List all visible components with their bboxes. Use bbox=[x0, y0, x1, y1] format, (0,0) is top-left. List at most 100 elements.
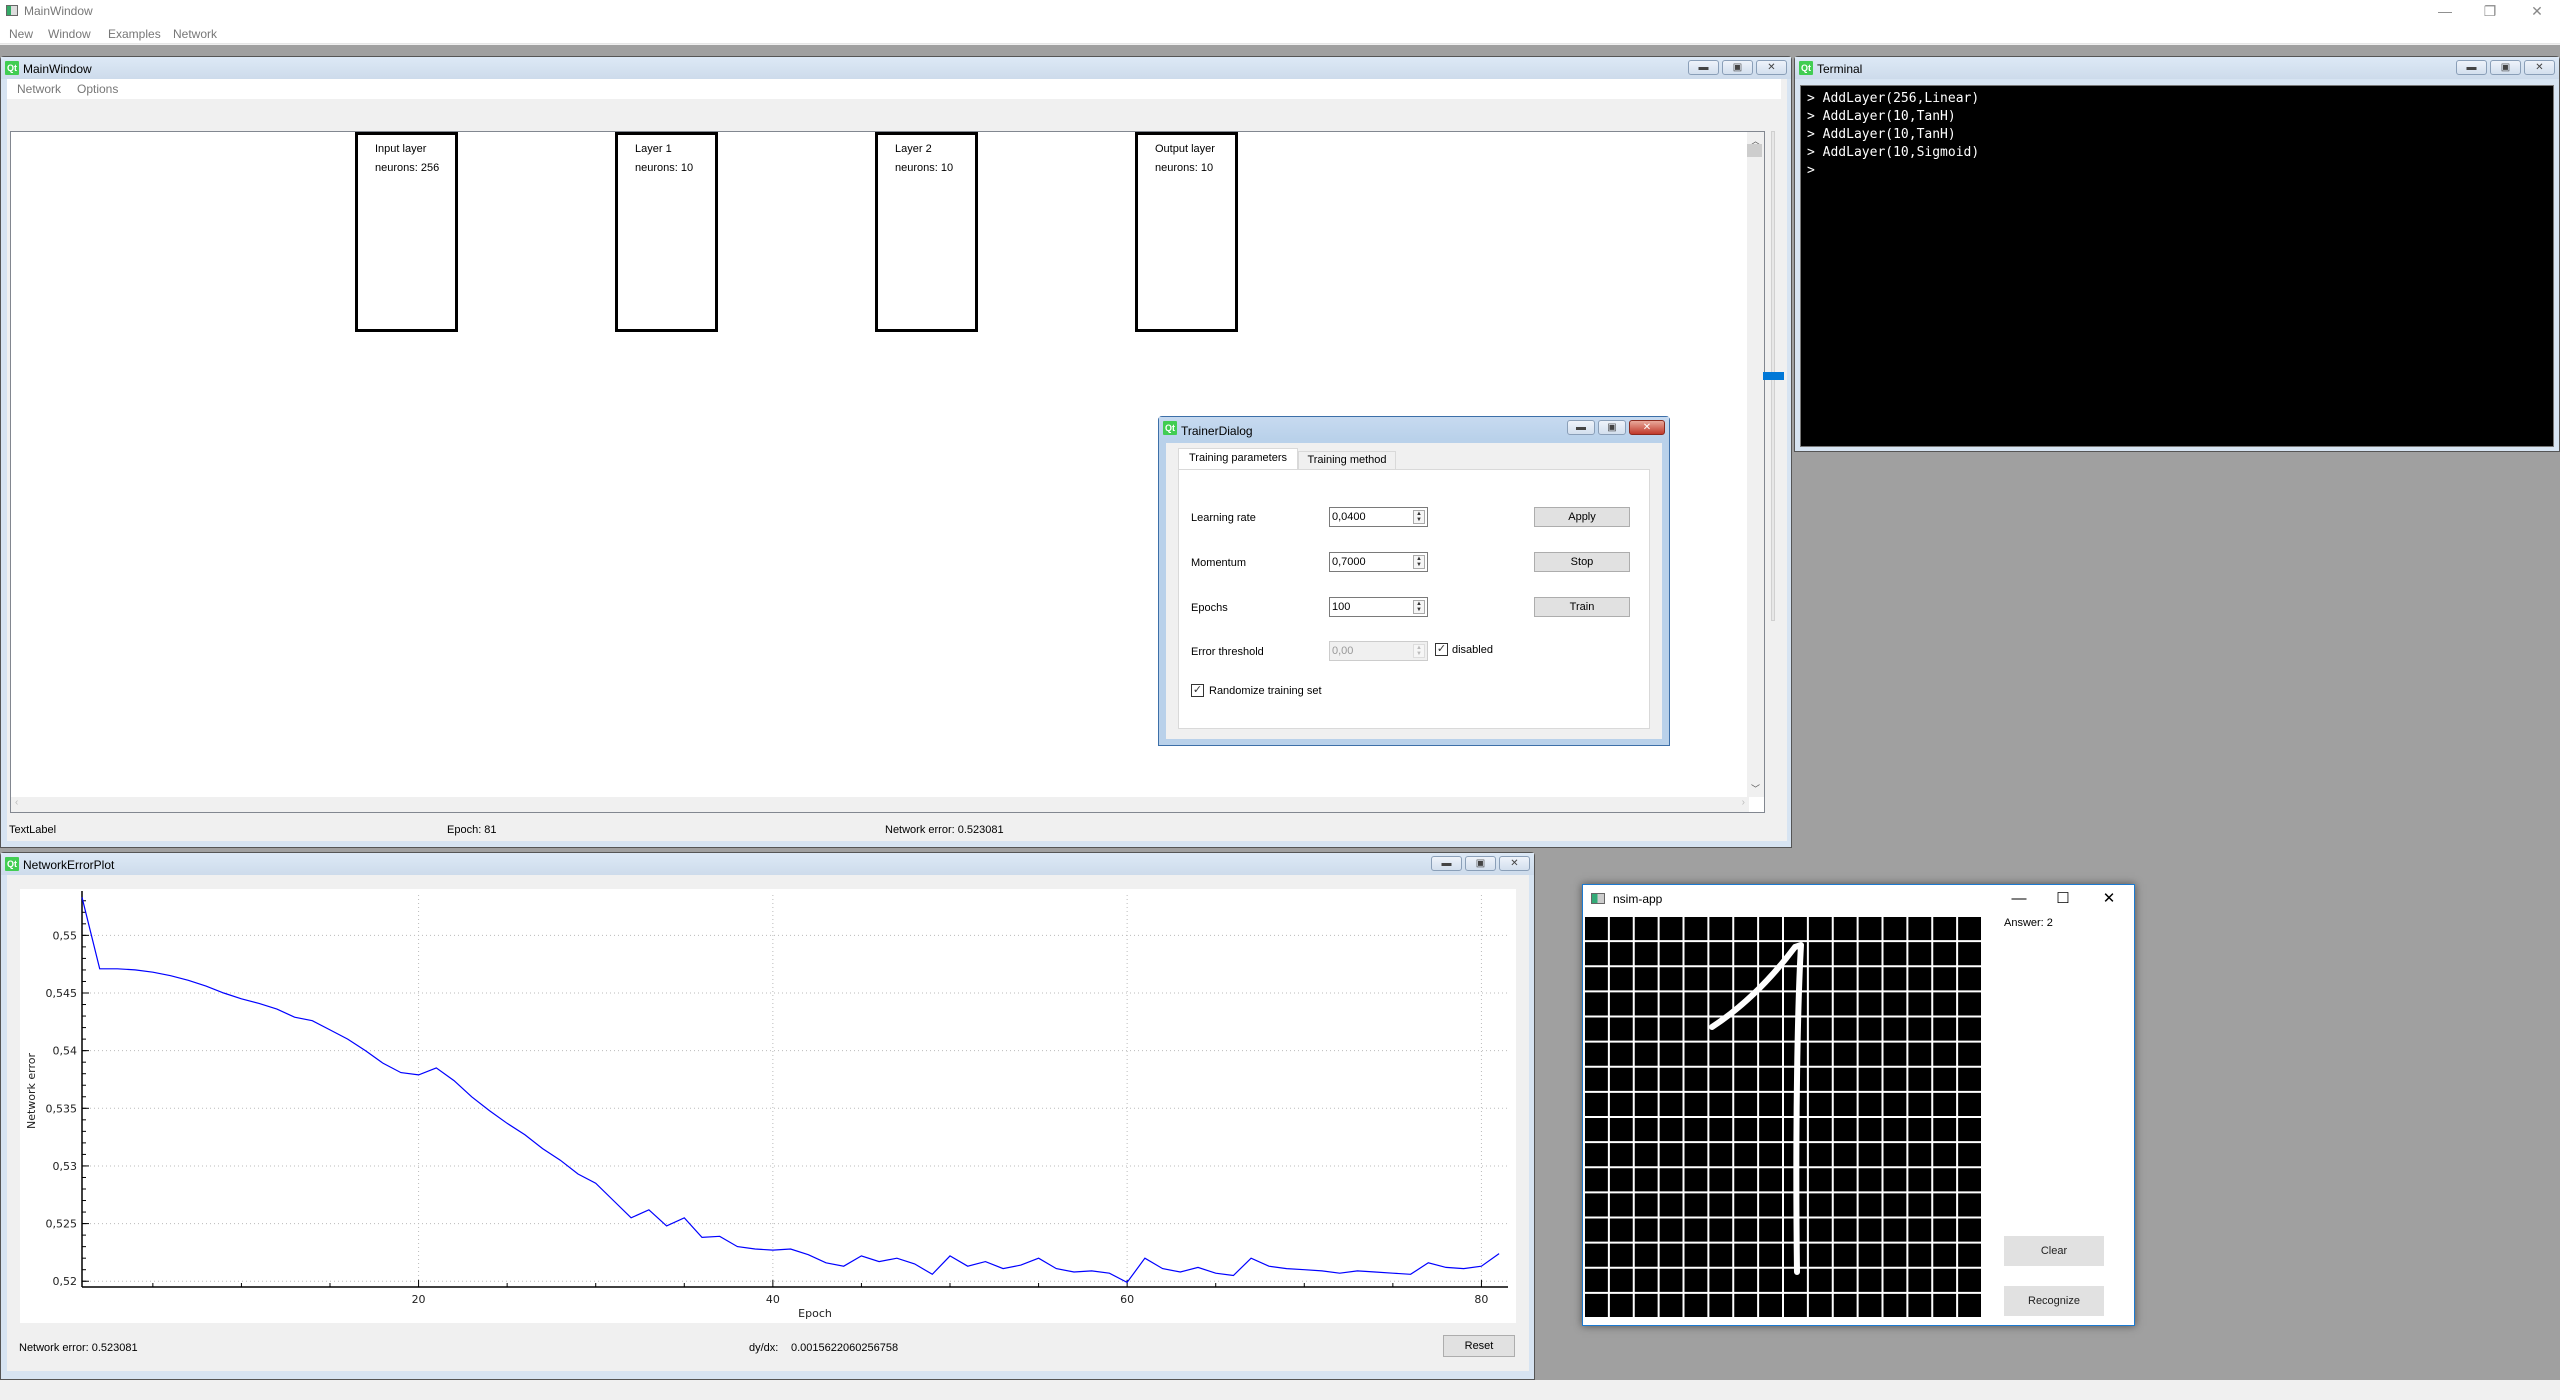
pixel-cell[interactable] bbox=[1908, 1268, 1932, 1292]
pixel-cell[interactable] bbox=[1684, 1268, 1708, 1292]
train-button[interactable]: Train bbox=[1534, 597, 1630, 617]
terminal-prompt[interactable]: > bbox=[1807, 162, 2547, 180]
pixel-cell[interactable] bbox=[1808, 1017, 1832, 1041]
pixel-cell[interactable] bbox=[1609, 1218, 1633, 1242]
scroll-right-icon[interactable]: › bbox=[1742, 797, 1745, 808]
pixel-cell[interactable] bbox=[1634, 1017, 1658, 1041]
pixel-cell[interactable] bbox=[1933, 1017, 1957, 1041]
plot-area[interactable]: 0,52 0,525 0,53 0,535 0,54 0,545 0,55 20 40 60 80 … bbox=[20, 889, 1516, 1323]
pixel-cell[interactable] bbox=[1659, 1243, 1683, 1267]
pixel-cell[interactable] bbox=[1684, 917, 1708, 941]
pixel-cell[interactable] bbox=[1858, 1168, 1882, 1192]
pixel-cell[interactable] bbox=[1858, 1293, 1882, 1317]
minimize-icon[interactable]: ▬ bbox=[1567, 420, 1595, 435]
main-subwindow-titlebar[interactable]: Qt MainWindow ▬ ▣ ✕ bbox=[1, 57, 1791, 79]
pixel-cell[interactable] bbox=[1759, 1168, 1782, 1192]
pixel-cell[interactable] bbox=[1684, 1092, 1708, 1116]
pixel-cell[interactable] bbox=[1634, 1067, 1658, 1091]
trainer-titlebar[interactable]: Qt TrainerDialog ▬ ▣ ✕ bbox=[1159, 417, 1669, 439]
maximize-icon[interactable]: ▣ bbox=[2490, 60, 2521, 75]
pixel-cell[interactable] bbox=[1659, 1193, 1683, 1217]
pixel-cell[interactable] bbox=[1634, 1218, 1658, 1242]
terminal-output[interactable]: > AddLayer(256,Linear) > AddLayer(10,TanH… bbox=[1800, 85, 2554, 447]
pixel-cell[interactable] bbox=[1684, 1042, 1708, 1066]
pixel-cell[interactable] bbox=[1883, 992, 1907, 1016]
scroll-down-icon[interactable]: ﹀ bbox=[1751, 782, 1760, 795]
spin-arrows-icon[interactable]: ▲ ▼ bbox=[1413, 600, 1425, 614]
menu-new[interactable]: New bbox=[9, 27, 33, 41]
pixel-cell[interactable] bbox=[1759, 1143, 1782, 1167]
pixel-cell[interactable] bbox=[1908, 967, 1932, 991]
maximize-icon[interactable]: ▣ bbox=[1722, 60, 1753, 75]
pixel-cell[interactable] bbox=[1734, 967, 1758, 991]
drawing-canvas[interactable] bbox=[1585, 917, 1983, 1319]
pixel-cell[interactable] bbox=[1858, 992, 1882, 1016]
pixel-cell[interactable] bbox=[1908, 1067, 1932, 1091]
pixel-cell[interactable] bbox=[1759, 1218, 1782, 1242]
pixel-cell[interactable] bbox=[1609, 1042, 1633, 1066]
menu-options[interactable]: Options bbox=[77, 82, 118, 96]
pixel-cell[interactable] bbox=[1883, 1042, 1907, 1066]
scroll-thumb[interactable] bbox=[1747, 144, 1762, 157]
pixel-cell[interactable] bbox=[1759, 1017, 1782, 1041]
pixel-cell[interactable] bbox=[1808, 1243, 1832, 1267]
pixel-cell[interactable] bbox=[1609, 1067, 1633, 1091]
close-icon[interactable]: ✕ bbox=[2094, 889, 2124, 909]
nsim-titlebar[interactable]: nsim-app — ☐ ✕ bbox=[1583, 885, 2134, 913]
pixel-cell[interactable] bbox=[1634, 1042, 1658, 1066]
pixel-cell[interactable] bbox=[1958, 1193, 1981, 1217]
pixel-cell[interactable] bbox=[1858, 1067, 1882, 1091]
pixel-cell[interactable] bbox=[1833, 1243, 1857, 1267]
pixel-cell[interactable] bbox=[1908, 1293, 1932, 1317]
pixel-cell[interactable] bbox=[1883, 1193, 1907, 1217]
minimize-icon[interactable]: — bbox=[2004, 889, 2034, 909]
pixel-cell[interactable] bbox=[1883, 1268, 1907, 1292]
pixel-cell[interactable] bbox=[1833, 1268, 1857, 1292]
pixel-cell[interactable] bbox=[1709, 1268, 1733, 1292]
pixel-cell[interactable] bbox=[1659, 992, 1683, 1016]
pixel-cell[interactable] bbox=[1933, 1268, 1957, 1292]
pixel-cell[interactable] bbox=[1684, 1143, 1708, 1167]
recognize-button[interactable]: Recognize bbox=[2004, 1286, 2104, 1316]
pixel-cell[interactable] bbox=[1808, 1193, 1832, 1217]
maximize-icon[interactable]: ☐ bbox=[2048, 889, 2078, 909]
pixel-cell[interactable] bbox=[1585, 1293, 1608, 1317]
pixel-cell[interactable] bbox=[1684, 1243, 1708, 1267]
pixel-cell[interactable] bbox=[1833, 1118, 1857, 1142]
maximize-icon[interactable]: ▣ bbox=[1598, 420, 1626, 435]
pixel-cell[interactable] bbox=[1759, 992, 1782, 1016]
pixel-cell[interactable] bbox=[1585, 967, 1608, 991]
maximize-icon[interactable]: ▣ bbox=[1465, 856, 1496, 871]
pixel-cell[interactable] bbox=[1734, 1193, 1758, 1217]
pixel-cell[interactable] bbox=[1709, 1042, 1733, 1066]
pixel-cell[interactable] bbox=[1858, 942, 1882, 966]
pixel-cell[interactable] bbox=[1933, 1218, 1957, 1242]
pixel-cell[interactable] bbox=[1659, 1067, 1683, 1091]
pixel-cell[interactable] bbox=[1883, 1293, 1907, 1317]
pixel-cell[interactable] bbox=[1883, 917, 1907, 941]
pixel-cell[interactable] bbox=[1759, 1067, 1782, 1091]
pixel-cell[interactable] bbox=[1684, 1017, 1708, 1041]
pixel-cell[interactable] bbox=[1609, 967, 1633, 991]
pixel-cell[interactable] bbox=[1858, 1243, 1882, 1267]
pixel-cell[interactable] bbox=[1883, 1218, 1907, 1242]
pixel-cell[interactable] bbox=[1833, 917, 1857, 941]
layer-box-input[interactable]: Input layer neurons: 256 bbox=[355, 132, 458, 332]
pixel-cell[interactable] bbox=[1609, 1092, 1633, 1116]
pixel-cell[interactable] bbox=[1709, 1218, 1733, 1242]
clear-button[interactable]: Clear bbox=[2004, 1236, 2104, 1266]
pixel-cell[interactable] bbox=[1634, 1092, 1658, 1116]
pixel-cell[interactable] bbox=[1684, 967, 1708, 991]
pixel-cell[interactable] bbox=[1709, 1143, 1733, 1167]
pixel-cell[interactable] bbox=[1585, 1193, 1608, 1217]
pixel-cell[interactable] bbox=[1933, 1168, 1957, 1192]
pixel-cell[interactable] bbox=[1709, 942, 1733, 966]
pixel-cell[interactable] bbox=[1585, 1067, 1608, 1091]
tab-training-method[interactable]: Training method bbox=[1298, 451, 1396, 469]
pixel-cell[interactable] bbox=[1908, 992, 1932, 1016]
pixel-cell[interactable] bbox=[1958, 1092, 1981, 1116]
layer-box-2[interactable]: Layer 2 neurons: 10 bbox=[875, 132, 978, 332]
tab-training-parameters[interactable]: Training parameters bbox=[1178, 448, 1298, 469]
pixel-cell[interactable] bbox=[1908, 1118, 1932, 1142]
pixel-cell[interactable] bbox=[1908, 1243, 1932, 1267]
